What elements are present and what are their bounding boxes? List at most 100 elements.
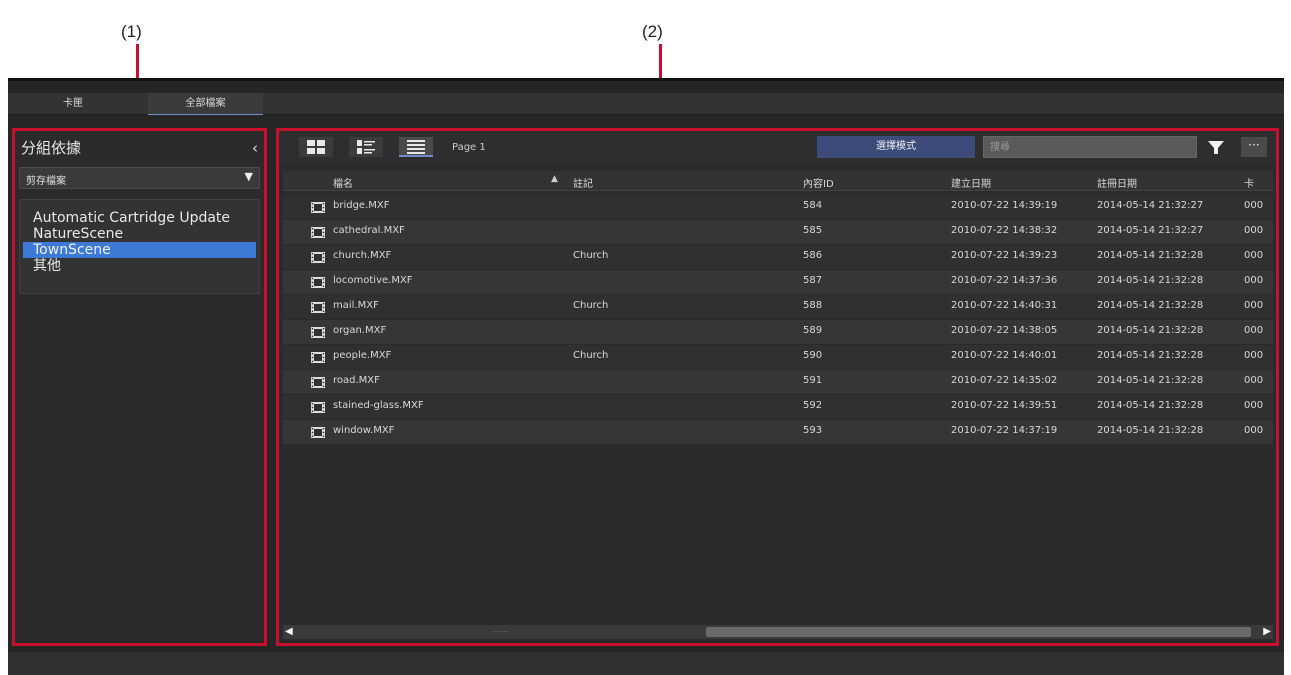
cell-filename: locomotive.MXF (333, 275, 413, 286)
chevron-left-icon[interactable]: ‹ (252, 139, 258, 157)
horizontal-scrollbar[interactable]: ◀ ...... ▶ (283, 625, 1273, 639)
cell-created-date: 2010-07-22 14:37:36 (951, 275, 1058, 286)
column-header-created-date[interactable]: 建立日期 (951, 175, 991, 190)
filter-button[interactable] (1204, 136, 1228, 158)
cell-filename: stained-glass.MXF (333, 400, 424, 411)
cell-card: 000 (1244, 425, 1264, 436)
cell-filename: church.MXF (333, 250, 392, 261)
cell-content-id: 589 (803, 325, 823, 336)
column-header-card[interactable]: 卡 (1244, 175, 1254, 190)
large-thumbnail-view-button[interactable] (299, 137, 333, 157)
cell-created-date: 2010-07-22 14:40:01 (951, 350, 1058, 361)
film-clip-icon (311, 327, 325, 338)
cell-content-id: 593 (803, 425, 823, 436)
cell-filename: organ.MXF (333, 325, 387, 336)
film-clip-icon (311, 302, 325, 313)
cell-registered-date: 2014-05-14 21:32:27 (1097, 200, 1204, 211)
file-list-panel: Page 1 選擇模式 ··· 檔名 ▲ 註記 內容ID 建立日期 註冊日期 卡… (276, 128, 1279, 646)
cell-content-id: 586 (803, 250, 823, 261)
cell-note: Church (573, 250, 609, 261)
film-clip-icon (311, 252, 325, 263)
cell-card: 000 (1244, 275, 1264, 286)
cell-created-date: 2010-07-22 14:37:19 (951, 425, 1058, 436)
tab-bar: 卡匣 全部檔案 (8, 93, 1284, 115)
table-row[interactable]: road.MXF 591 2010-07-22 14:35:02 2014-05… (283, 370, 1273, 395)
callout-label-2: (2) (642, 22, 663, 41)
small-thumbnail-view-button[interactable] (349, 137, 383, 157)
film-clip-icon (311, 277, 325, 288)
cell-filename: window.MXF (333, 425, 395, 436)
table-row[interactable]: church.MXF Church 586 2010-07-22 14:39:2… (283, 245, 1273, 270)
page-indicator: Page 1 (452, 142, 486, 153)
cell-content-id: 592 (803, 400, 823, 411)
film-clip-icon (311, 377, 325, 388)
file-table: bridge.MXF 584 2010-07-22 14:39:19 2014-… (283, 195, 1273, 445)
cell-content-id: 584 (803, 200, 823, 211)
cell-registered-date: 2014-05-14 21:32:27 (1097, 225, 1204, 236)
sort-ascending-icon[interactable]: ▲ (551, 174, 558, 184)
scrollbar-thumb[interactable] (706, 627, 1251, 637)
cell-created-date: 2010-07-22 14:38:05 (951, 325, 1058, 336)
group-panel: 分組依據 ‹ 剪存檔案 ▼ Automatic Cartridge Update… (12, 128, 267, 646)
cell-note: Church (573, 350, 609, 361)
cell-filename: mail.MXF (333, 300, 379, 311)
film-clip-icon (311, 227, 325, 238)
small-thumbnail-view-icon (357, 140, 375, 154)
status-bar (8, 651, 1284, 675)
selection-mode-button[interactable]: 選擇模式 (817, 136, 975, 158)
group-item-townscene[interactable]: TownScene (23, 242, 256, 258)
table-row[interactable]: mail.MXF Church 588 2010-07-22 14:40:31 … (283, 295, 1273, 320)
cell-filename: people.MXF (333, 350, 392, 361)
group-item-naturescene[interactable]: NatureScene (23, 226, 256, 242)
filter-icon (1208, 141, 1224, 154)
table-row[interactable]: people.MXF Church 590 2010-07-22 14:40:0… (283, 345, 1273, 370)
column-header-note[interactable]: 註記 (573, 175, 593, 190)
group-item-automatic-cartridge-update[interactable]: Automatic Cartridge Update (23, 210, 256, 226)
group-by-select[interactable]: 剪存檔案 ▼ (19, 167, 260, 189)
cell-created-date: 2010-07-22 14:39:23 (951, 250, 1058, 261)
film-clip-icon (311, 202, 325, 213)
search-input[interactable] (983, 136, 1197, 158)
table-row[interactable]: organ.MXF 589 2010-07-22 14:38:05 2014-0… (283, 320, 1273, 345)
cell-card: 000 (1244, 350, 1264, 361)
column-header-registered-date[interactable]: 註冊日期 (1097, 175, 1137, 190)
table-row[interactable]: bridge.MXF 584 2010-07-22 14:39:19 2014-… (283, 195, 1273, 220)
more-options-button[interactable]: ··· (1241, 137, 1267, 157)
tab-all-files[interactable]: 全部檔案 (148, 93, 263, 115)
scroll-left-icon[interactable]: ◀ (285, 626, 293, 637)
table-row[interactable]: locomotive.MXF 587 2010-07-22 14:37:36 2… (283, 270, 1273, 295)
cell-created-date: 2010-07-22 14:39:51 (951, 400, 1058, 411)
column-header-filename[interactable]: 檔名 (333, 175, 353, 190)
cell-content-id: 591 (803, 375, 823, 386)
cell-card: 000 (1244, 375, 1264, 386)
cell-card: 000 (1244, 300, 1264, 311)
cell-registered-date: 2014-05-14 21:32:28 (1097, 350, 1204, 361)
column-header-content-id[interactable]: 內容ID (803, 175, 834, 190)
cell-content-id: 588 (803, 300, 823, 311)
scroll-right-icon[interactable]: ▶ (1263, 626, 1271, 637)
cell-filename: road.MXF (333, 375, 380, 386)
group-by-value: 剪存檔案 (26, 176, 66, 187)
film-clip-icon (311, 352, 325, 363)
list-view-icon (407, 140, 425, 154)
cell-card: 000 (1244, 400, 1264, 411)
cell-filename: cathedral.MXF (333, 225, 405, 236)
list-view-button[interactable] (399, 137, 433, 157)
group-item-other[interactable]: 其他 (23, 258, 256, 274)
cell-created-date: 2010-07-22 14:40:31 (951, 300, 1058, 311)
file-toolbar: Page 1 選擇模式 ··· (279, 131, 1276, 163)
cell-registered-date: 2014-05-14 21:32:28 (1097, 325, 1204, 336)
cell-registered-date: 2014-05-14 21:32:28 (1097, 250, 1204, 261)
cell-created-date: 2010-07-22 14:35:02 (951, 375, 1058, 386)
cell-registered-date: 2014-05-14 21:32:28 (1097, 400, 1204, 411)
table-row[interactable]: stained-glass.MXF 592 2010-07-22 14:39:5… (283, 395, 1273, 420)
film-clip-icon (311, 402, 325, 413)
table-row[interactable]: cathedral.MXF 585 2010-07-22 14:38:32 20… (283, 220, 1273, 245)
cell-content-id: 585 (803, 225, 823, 236)
scrollbar-grip: ...... (493, 625, 509, 634)
cell-card: 000 (1244, 325, 1264, 336)
table-row[interactable]: window.MXF 593 2010-07-22 14:37:19 2014-… (283, 420, 1273, 445)
cell-content-id: 587 (803, 275, 823, 286)
tab-cartridge[interactable]: 卡匣 (18, 93, 128, 115)
cell-registered-date: 2014-05-14 21:32:28 (1097, 375, 1204, 386)
